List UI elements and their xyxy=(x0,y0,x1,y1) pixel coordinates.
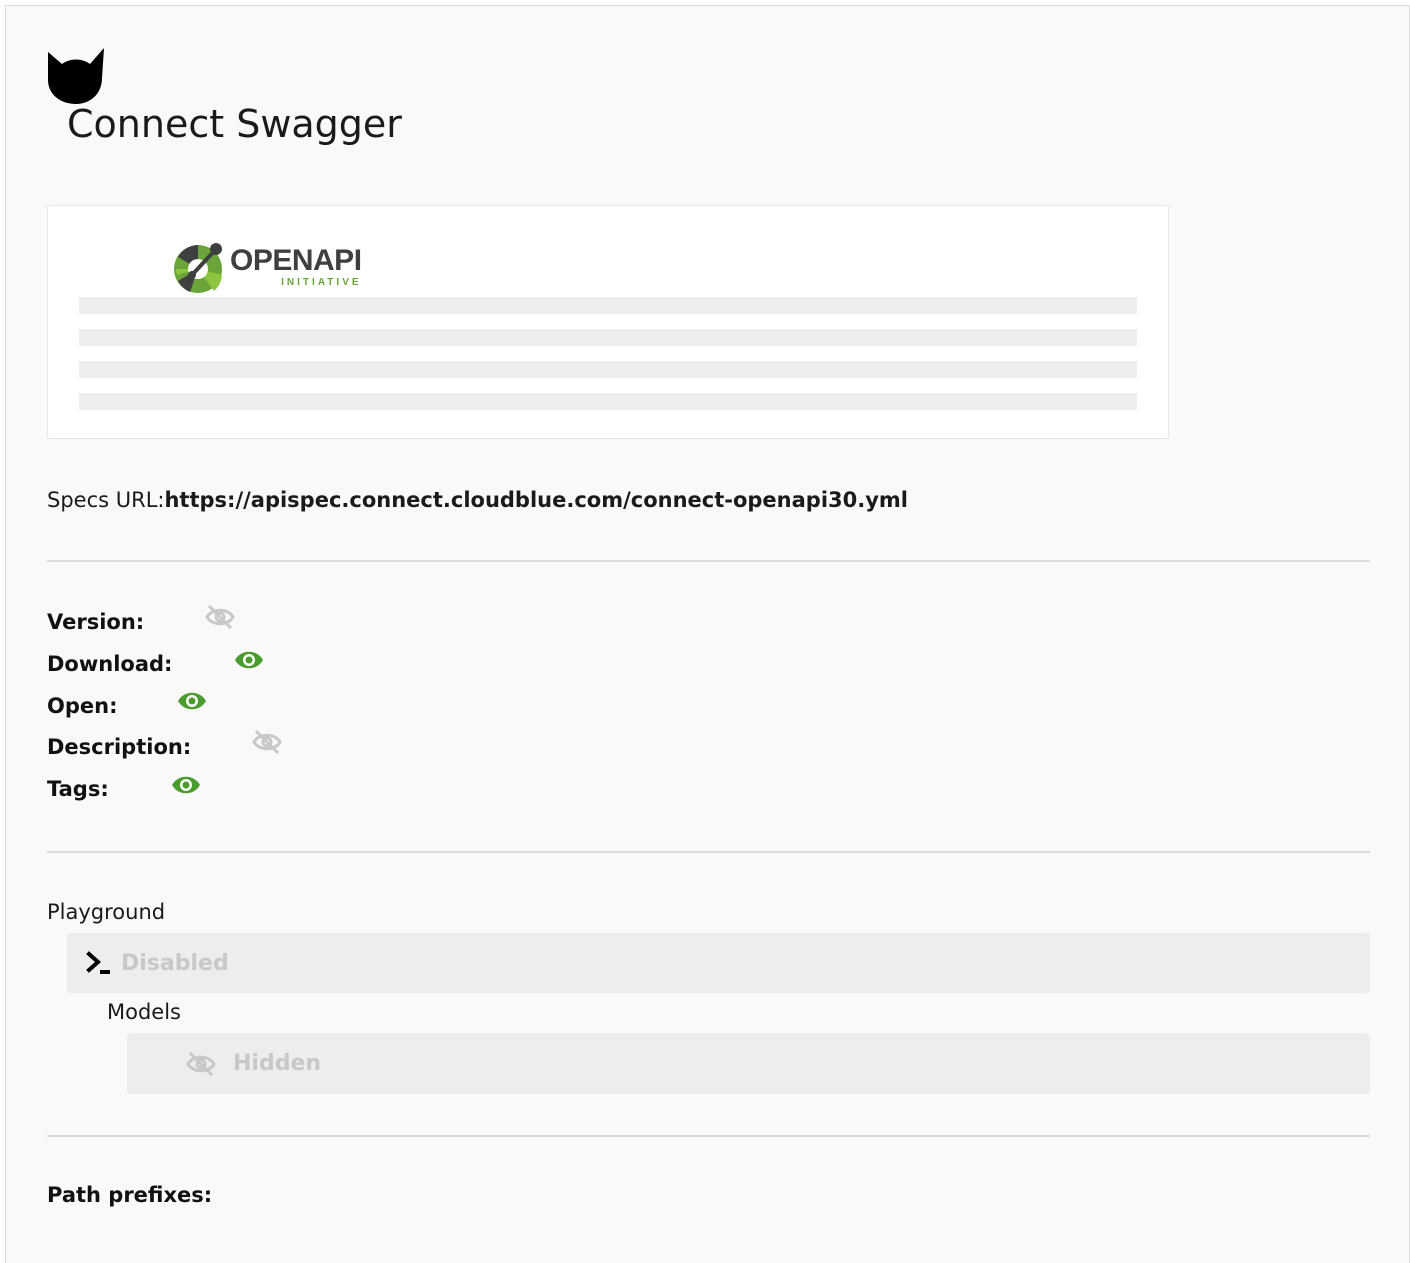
divider xyxy=(47,1135,1370,1137)
description-label: Description: xyxy=(47,735,192,759)
download-label: Download: xyxy=(47,652,173,676)
playground-status-box[interactable]: Disabled xyxy=(67,933,1370,993)
specs-url-label: Specs URL: xyxy=(47,488,165,512)
placeholder-line xyxy=(79,361,1137,378)
eye-icon[interactable] xyxy=(176,687,208,715)
open-label: Open: xyxy=(47,694,118,718)
specs-url-value[interactable]: https://apispec.connect.cloudblue.com/co… xyxy=(164,488,908,512)
path-prefixes-label: Path prefixes: xyxy=(47,1183,213,1207)
openapi-logo-sub: INITIATIVE xyxy=(281,277,362,288)
openapi-logo-icon xyxy=(174,243,222,293)
eye-slash-icon xyxy=(186,1051,216,1076)
eye-slash-icon[interactable] xyxy=(204,603,236,631)
openapi-logo: OPENAPI INITIATIVE xyxy=(172,239,362,295)
terminal-icon xyxy=(86,951,110,974)
placeholder-line xyxy=(79,393,1137,410)
playground-label: Playground xyxy=(47,900,166,924)
eye-slash-icon[interactable] xyxy=(251,728,283,756)
divider xyxy=(47,851,1370,853)
playground-status: Disabled xyxy=(121,950,229,976)
placeholder-line xyxy=(79,297,1137,314)
page-frame: Connect Swagger OPENAPI INITIATIVE Specs… xyxy=(5,5,1410,1263)
divider xyxy=(47,560,1370,562)
placeholder-line xyxy=(79,329,1137,346)
openapi-logo-word: OPENAPI xyxy=(230,244,362,277)
eye-icon[interactable] xyxy=(233,646,265,674)
specs-url-row: Specs URL:https://apispec.connect.cloudb… xyxy=(47,488,908,512)
models-status-box[interactable]: Hidden xyxy=(127,1033,1370,1094)
eye-icon[interactable] xyxy=(170,771,202,799)
models-label: Models xyxy=(107,1000,181,1024)
tags-label: Tags: xyxy=(47,777,109,801)
page-title: Connect Swagger xyxy=(67,102,402,146)
version-label: Version: xyxy=(47,610,145,634)
cat-head-icon xyxy=(48,48,104,104)
models-status: Hidden xyxy=(233,1051,322,1076)
openapi-card: OPENAPI INITIATIVE xyxy=(47,205,1169,439)
